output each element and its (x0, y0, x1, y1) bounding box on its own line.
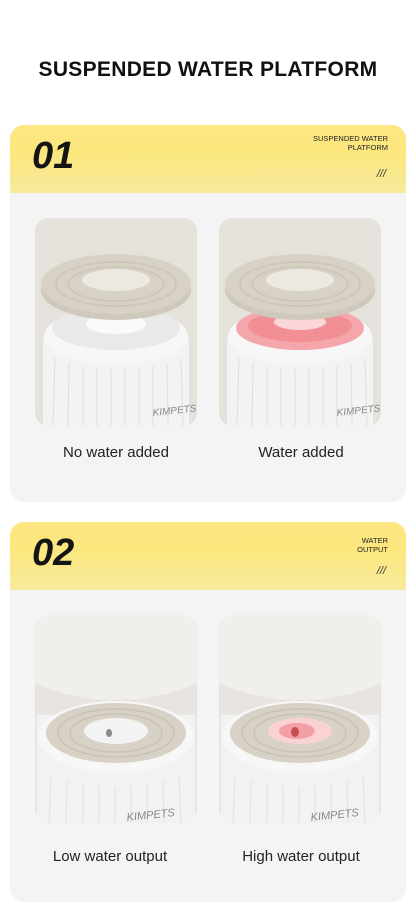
section-tag-line2: OUTPUT (357, 545, 388, 554)
section-card-suspended-platform: 01 SUSPENDED WATER PLATFORM /// KIMPETS … (10, 125, 406, 502)
section-tag-line2: PLATFORM (347, 143, 388, 152)
section-header-band: 01 SUSPENDED WATER PLATFORM /// (10, 125, 406, 193)
section-number: 02 (32, 532, 75, 574)
section-tag-line1: WATER (361, 536, 388, 545)
caption-low-output: Low water output (52, 848, 168, 865)
section-card-water-output: 02 WATER OUTPUT /// KIMPETS Low water ou… (10, 522, 406, 902)
caption-high-output: High water output (242, 848, 360, 865)
section-tag: WATER OUTPUT (357, 536, 388, 554)
section-header-band: 02 WATER OUTPUT /// (10, 522, 406, 590)
caption-water-added: Water added (258, 444, 344, 461)
section-marker: /// (376, 168, 386, 180)
section-marker: /// (376, 565, 386, 577)
product-photo-water-added: KIMPETS (219, 218, 381, 426)
product-photo-low-output: KIMPETS (35, 615, 197, 823)
product-photo-no-water: KIMPETS (35, 218, 197, 426)
caption-no-water: No water added (63, 444, 169, 461)
section-tag-line1: SUSPENDED WATER (312, 134, 388, 143)
section-number: 01 (32, 135, 75, 177)
page-title: SUSPENDED WATER PLATFORM (38, 58, 378, 81)
section-tag: SUSPENDED WATER PLATFORM (313, 134, 388, 152)
product-photo-high-output: KIMPETS (219, 615, 381, 823)
